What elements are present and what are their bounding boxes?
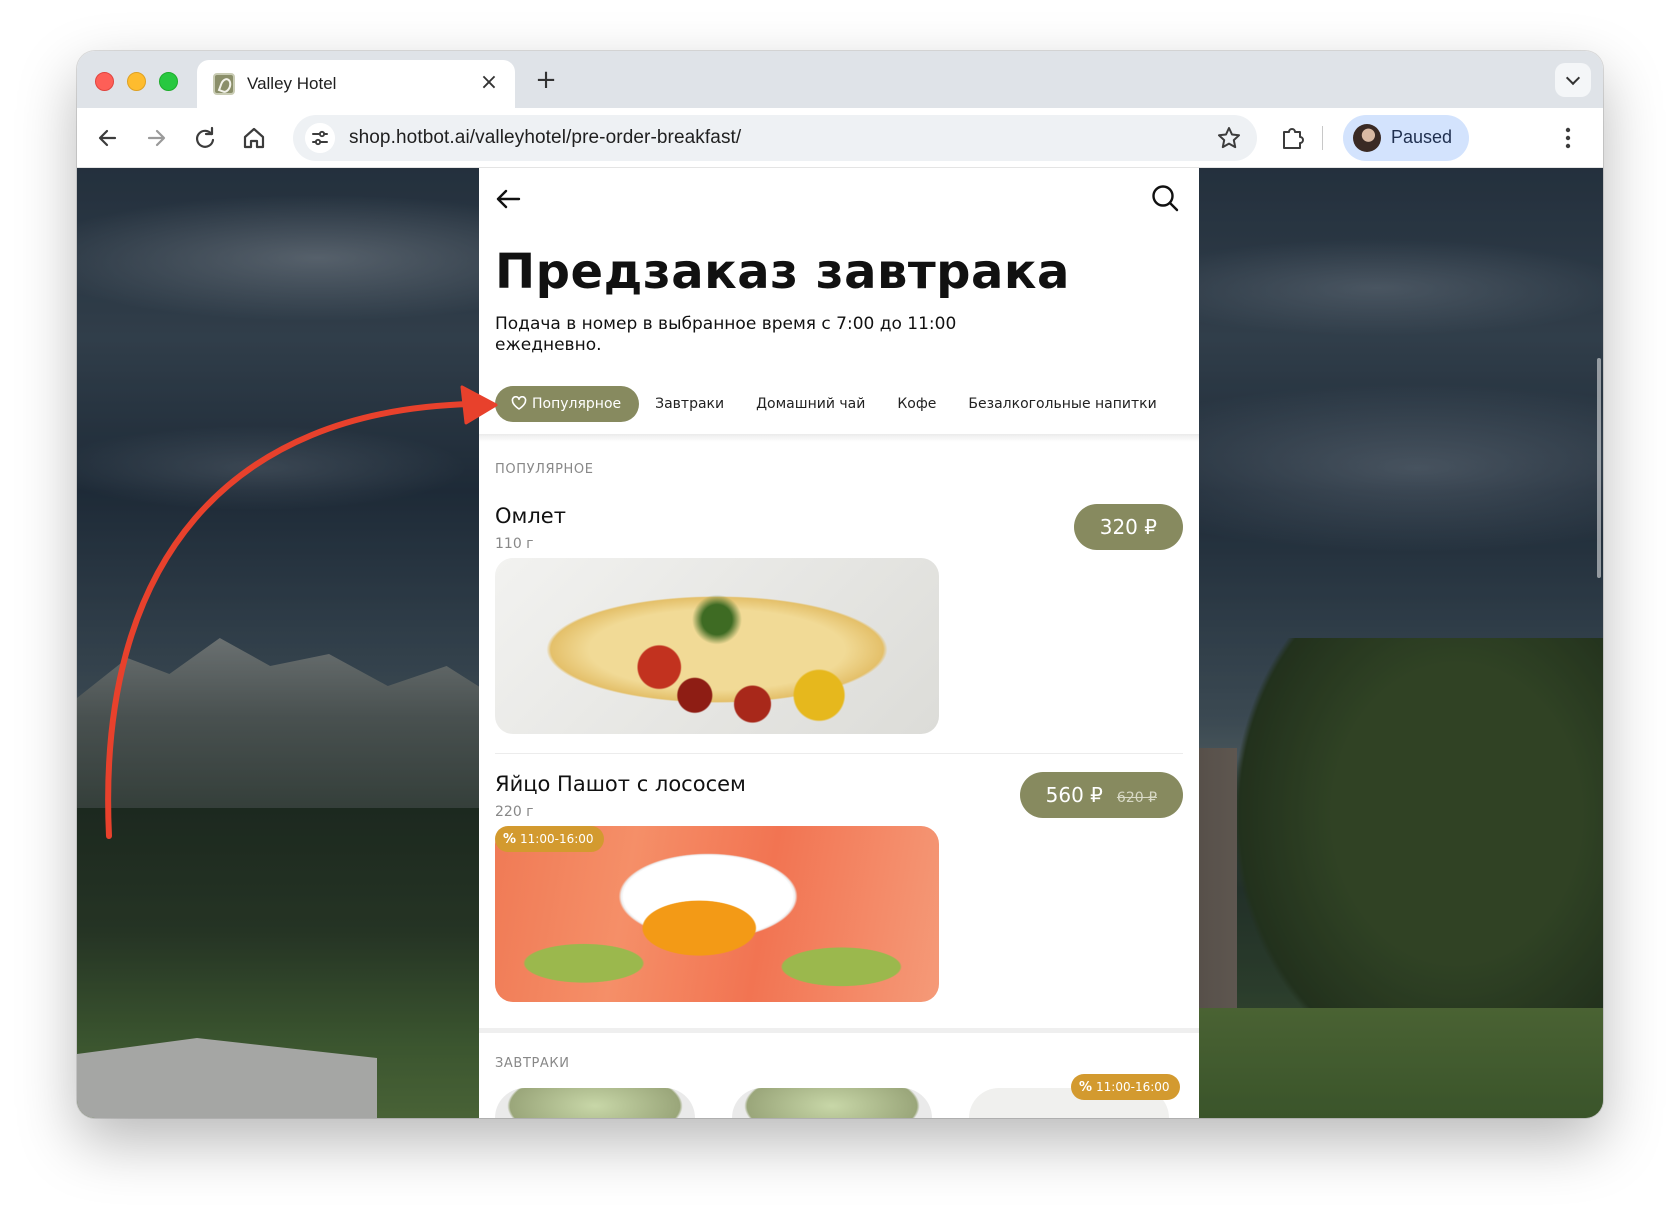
tabs-divider: [479, 434, 1199, 442]
item-name[interactable]: Яйцо Пашот с лососем: [495, 772, 746, 796]
extensions-puzzle-icon[interactable]: [1277, 123, 1307, 153]
forward-arrow-icon[interactable]: [141, 123, 171, 153]
add-to-cart-price-button[interactable]: 320 ₽: [1073, 504, 1183, 550]
bookmark-star-icon[interactable]: [1215, 124, 1243, 152]
omelette-image[interactable]: [495, 558, 939, 734]
item-weight: 110 г: [495, 536, 534, 552]
home-icon[interactable]: [239, 123, 269, 153]
promo-time-badge: % 11:00-16:00: [495, 826, 604, 852]
more-vertical-icon[interactable]: [1553, 123, 1583, 153]
profile-status-label: Paused: [1391, 127, 1453, 147]
percent-icon: %: [503, 832, 517, 847]
poached-egg-salmon-image[interactable]: [495, 826, 939, 1002]
percent-icon: %: [1079, 1080, 1093, 1095]
category-tabs: Популярное Завтраки Домашний чай Кофе Безалк…: [495, 386, 1195, 424]
tab-strip: Valley Hotel × +: [77, 51, 1603, 108]
back-arrow-icon[interactable]: [493, 184, 523, 214]
tab-soft-drinks[interactable]: Безалкогольные напитки: [952, 386, 1172, 422]
close-window-button[interactable]: [95, 72, 114, 91]
section-label-breakfasts: ЗАВТРАКИ: [495, 1056, 570, 1071]
breakfast-item-thumbnail[interactable]: [495, 1088, 695, 1118]
site-settings-icon[interactable]: [305, 123, 335, 153]
tab-title: Valley Hotel: [247, 74, 337, 93]
hotel-favicon-icon: [213, 73, 235, 95]
profile-button[interactable]: Paused: [1343, 115, 1469, 161]
item-weight: 220 г: [495, 804, 534, 820]
address-bar[interactable]: shop.hotbot.ai/valleyhotel/pre-order-bre…: [293, 115, 1257, 161]
heart-icon: [511, 396, 527, 410]
item-name[interactable]: Омлет: [495, 504, 566, 528]
breakfast-item-thumbnail[interactable]: [732, 1088, 932, 1118]
tab-homemade-tea[interactable]: Домашний чай: [740, 386, 881, 422]
toolbar-separator: [1322, 126, 1323, 150]
avatar: [1353, 124, 1381, 152]
page-title: Предзаказ завтрака: [495, 244, 1070, 300]
url-text[interactable]: shop.hotbot.ai/valleyhotel/pre-order-bre…: [349, 127, 741, 149]
promo-time: 11:00-16:00: [520, 832, 594, 846]
tab-label: Популярное: [532, 396, 622, 412]
menu-panel: Предзаказ завтрака Подача в номер в выбр…: [479, 168, 1199, 1118]
tab-breakfasts[interactable]: Завтраки: [639, 386, 740, 422]
back-arrow-icon[interactable]: [93, 123, 123, 153]
add-to-cart-price-button[interactable]: 560 ₽ 620 ₽: [1019, 772, 1183, 818]
tab-close-icon[interactable]: ×: [477, 71, 501, 95]
price-value: 560 ₽: [1045, 783, 1103, 807]
active-tab[interactable]: Valley Hotel ×: [197, 60, 515, 108]
page-scrollbar[interactable]: [1597, 358, 1601, 578]
reload-icon[interactable]: [190, 123, 220, 153]
new-tab-button[interactable]: +: [531, 65, 561, 95]
search-icon[interactable]: [1149, 182, 1181, 214]
section-label-popular: ПОПУЛЯРНОЕ: [495, 462, 594, 477]
browser-toolbar: shop.hotbot.ai/valleyhotel/pre-order-bre…: [77, 108, 1603, 168]
page-viewport: Предзаказ завтрака Подача в номер в выбр…: [77, 168, 1603, 1118]
page-subtitle: Подача в номер в выбранное время с 7:00 …: [495, 314, 957, 355]
old-price: 620 ₽: [1116, 790, 1157, 806]
tab-popular[interactable]: Популярное: [495, 386, 640, 422]
promo-time-badge: % 11:00-16:00: [1071, 1074, 1180, 1100]
section-divider: [479, 1028, 1199, 1033]
minimize-window-button[interactable]: [127, 72, 146, 91]
browser-window: Valley Hotel × + shop.hotbot.ai/valleyho…: [77, 51, 1603, 1118]
promo-time: 11:00-16:00: [1096, 1080, 1170, 1094]
tab-coffee[interactable]: Кофе: [881, 386, 952, 422]
item-divider: [495, 753, 1183, 754]
price-value: 320 ₽: [1099, 515, 1157, 539]
tab-search-chevron-icon[interactable]: [1555, 63, 1591, 97]
maximize-window-button[interactable]: [159, 72, 178, 91]
